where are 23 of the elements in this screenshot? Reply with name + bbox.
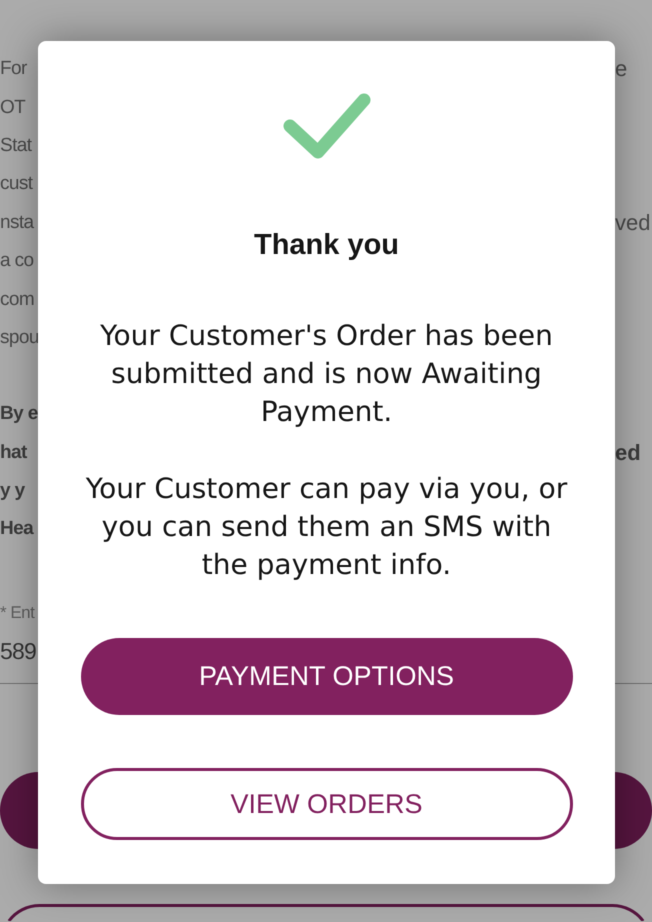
- text-fragment: e: [615, 56, 628, 82]
- text-fragment: For: [0, 58, 27, 80]
- text-fragment: a co: [0, 250, 34, 272]
- text-fragment: hat: [0, 442, 27, 464]
- text-fragment: cust: [0, 173, 32, 196]
- text-fragment: spou: [0, 326, 39, 349]
- text-fragment: ed: [615, 440, 641, 466]
- text-fragment: nsta: [0, 212, 34, 234]
- text-fragment: Hea: [0, 518, 34, 540]
- text-fragment: By e: [0, 403, 38, 426]
- text-fragment: ved: [615, 210, 650, 236]
- field-value: 589: [0, 636, 36, 666]
- message-text: Your Customer's Order has been submitted and is now Awaiting Payment.: [99, 318, 554, 430]
- text-fragment: com: [0, 288, 34, 311]
- text-fragment: Stat: [0, 134, 32, 157]
- field-label: * Ent: [0, 602, 34, 624]
- message-text: Your Customer can pay via you, or you can send them an SMS with the payment info.: [84, 471, 568, 583]
- text-fragment: OT: [0, 96, 26, 119]
- payment-options-button[interactable]: PAYMENT OPTIONS: [80, 638, 572, 715]
- dialog-title: Thank you: [254, 228, 399, 263]
- checkmark-icon: [282, 92, 372, 160]
- view-orders-button[interactable]: VIEW ORDERS: [80, 768, 572, 840]
- text-fragment: y y: [0, 480, 25, 502]
